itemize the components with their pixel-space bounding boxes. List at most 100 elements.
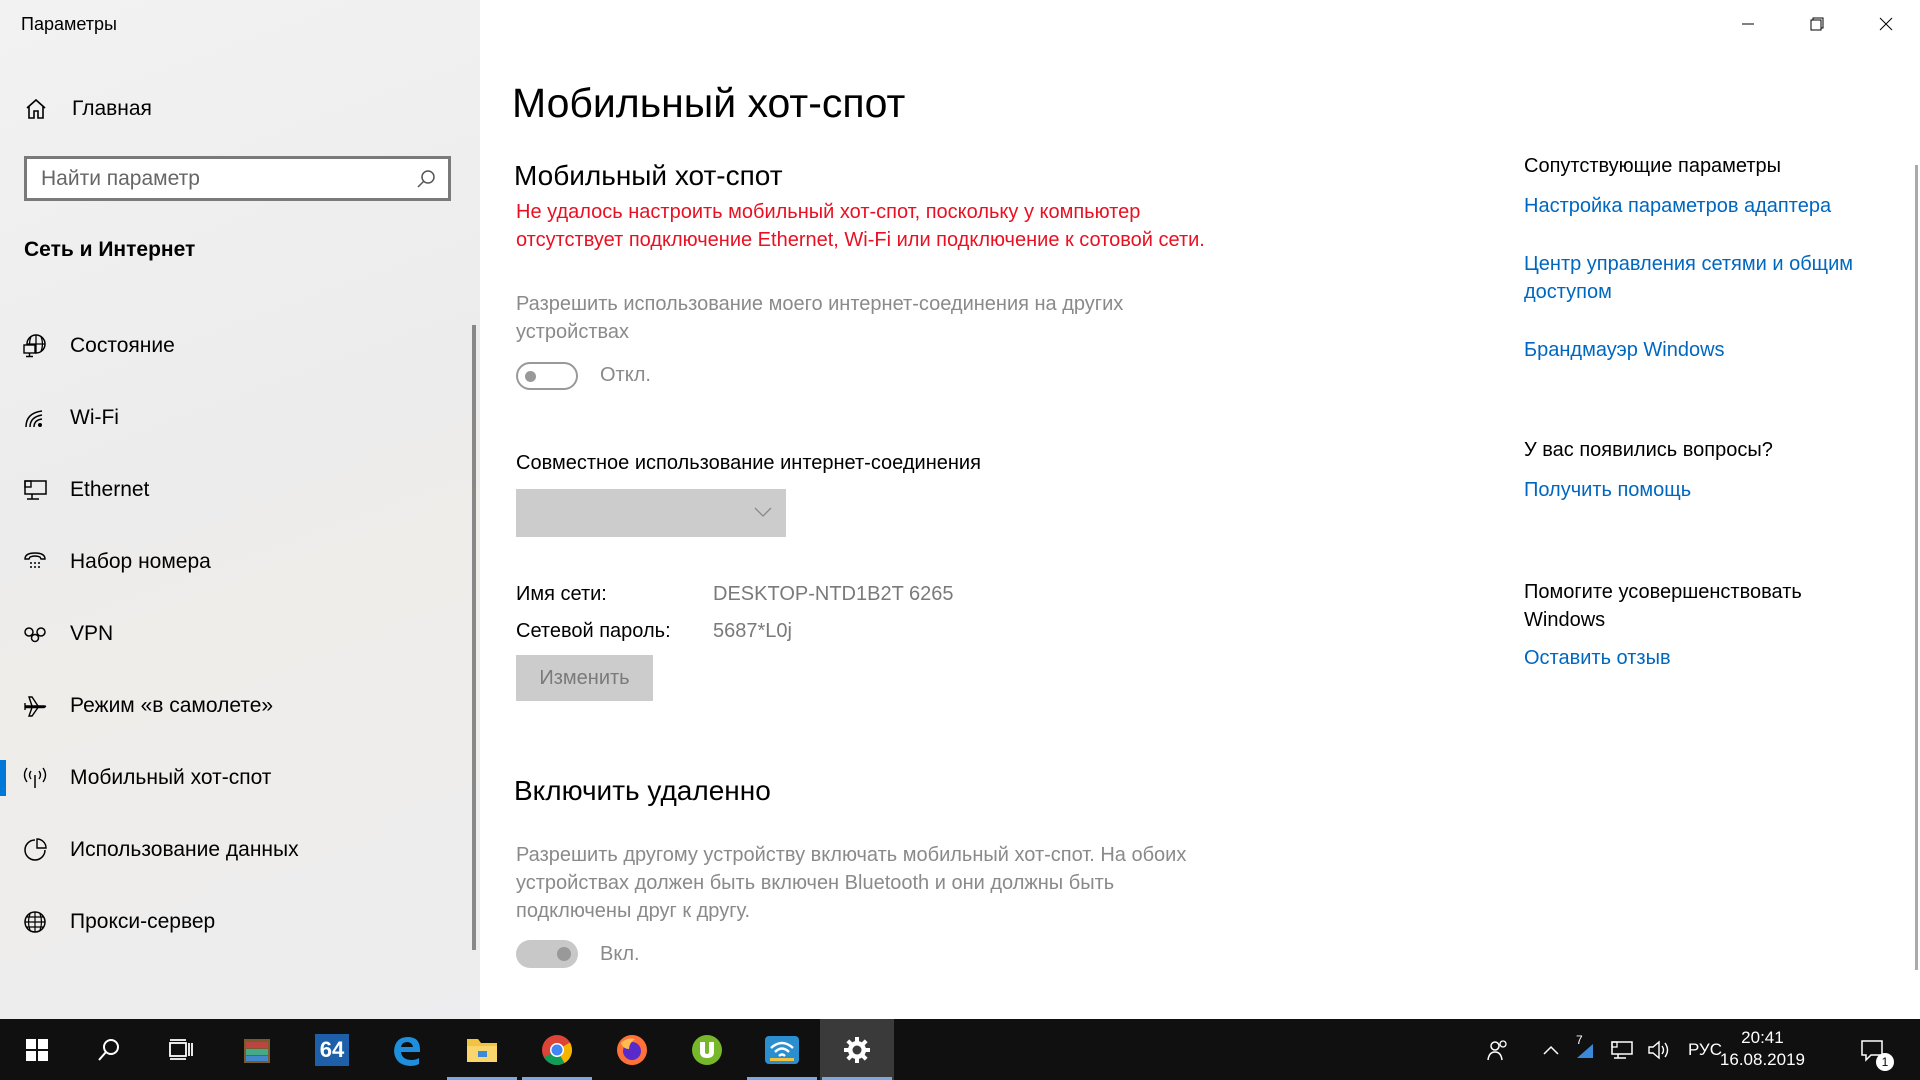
firewall-link[interactable]: Брандмауэр Windows [1524, 336, 1725, 364]
remote-toggle-state: Вкл. [600, 943, 640, 965]
sidebar-item-status[interactable]: Состояние [0, 310, 470, 382]
settings-search[interactable] [24, 156, 451, 201]
chrome-icon [542, 1034, 573, 1065]
sidebar-scrollbar[interactable] [472, 325, 476, 950]
proxy-globe-icon [22, 909, 48, 935]
taskbar: 64 7 РУС 20:41 16.08.2019 1 [0, 1019, 1920, 1080]
sidebar-home[interactable]: Главная [24, 92, 152, 126]
aida64-icon: 64 [315, 1033, 349, 1066]
chevron-down-icon [754, 507, 772, 517]
data-usage-icon [22, 837, 48, 863]
firefox-icon [617, 1034, 647, 1065]
taskbar-search-button[interactable] [72, 1019, 146, 1080]
airplane-icon [22, 693, 48, 719]
search-input[interactable] [27, 165, 414, 192]
change-button[interactable]: Изменить [516, 655, 653, 701]
hotspot-toggle-state: Откл. [600, 364, 651, 386]
taskbar-aida64[interactable]: 64 [295, 1019, 369, 1080]
start-icon [26, 1038, 48, 1061]
sidebar-item-label: Прокси-сервер [70, 910, 216, 933]
sidebar-item-label: VPN [70, 622, 114, 645]
main-scrollbar[interactable] [1915, 165, 1918, 970]
clock[interactable]: 20:41 16.08.2019 [1720, 1027, 1805, 1071]
network-password-value: 5687*L0j [713, 620, 792, 642]
sidebar-nav: Состояние Wi-Fi Ethernet Набор номера VP… [0, 310, 470, 958]
file-explorer-icon [467, 1038, 497, 1062]
network-name-value: DESKTOP-NTD1B2T 6265 [713, 583, 954, 605]
dialup-phone-icon [22, 549, 48, 575]
app-title: Параметры [21, 14, 117, 34]
winrar-icon [244, 1038, 270, 1063]
sidebar-item-wifi[interactable]: Wi-Fi [0, 382, 470, 454]
sidebar-item-label: Использование данных [70, 838, 299, 861]
restore-icon [1810, 17, 1823, 31]
sidebar-item-proxy[interactable]: Прокси-сервер [0, 886, 470, 958]
main-content: Мобильный хот-спот Мобильный хот-спот Не… [480, 0, 1920, 1019]
search-icon[interactable] [414, 167, 438, 191]
taskbar-file-explorer[interactable] [445, 1019, 519, 1080]
start-button[interactable] [0, 1019, 74, 1080]
utorrent-icon [692, 1034, 722, 1065]
task-view-button[interactable] [144, 1019, 218, 1080]
people-button[interactable] [1478, 1019, 1518, 1080]
remote-description: Разрешить другому устройству включать мо… [516, 844, 1187, 922]
hotspot-toggle[interactable] [516, 362, 578, 390]
section-title: Сеть и Интернет [24, 238, 196, 261]
sidebar-item-dialup[interactable]: Набор номера [0, 526, 470, 598]
hotspot-error-message: Не удалось настроить мобильный хот-спот,… [516, 201, 1205, 251]
taskbar-winrar[interactable] [220, 1019, 294, 1080]
hotspot-icon [22, 765, 48, 791]
minimize-icon [1741, 23, 1754, 25]
page-title: Мобильный хот-спот [512, 80, 906, 126]
sidebar-item-ethernet[interactable]: Ethernet [0, 454, 470, 526]
toggle-knob [525, 371, 536, 382]
restore-button[interactable] [1782, 0, 1851, 48]
network-center-link[interactable]: Центр управления сетями и общим доступом [1524, 250, 1894, 306]
taskbar-edge[interactable] [370, 1019, 444, 1080]
share-connection-description: Разрешить использование моего интернет-с… [516, 293, 1124, 343]
home-icon [26, 98, 46, 119]
volume-icon [1648, 1040, 1669, 1059]
wifi-icon [22, 405, 48, 431]
feedback-link[interactable]: Оставить отзыв [1524, 644, 1671, 672]
tray-app-icon-button[interactable]: 7 [1568, 1019, 1602, 1080]
related-settings-heading: Сопутствующие параметры [1524, 155, 1782, 177]
sidebar-item-label: Ethernet [70, 478, 150, 501]
close-button[interactable] [1851, 0, 1920, 48]
taskbar-utorrent[interactable] [670, 1019, 744, 1080]
sidebar-item-data-usage[interactable]: Использование данных [0, 814, 470, 886]
sharing-connection-dropdown[interactable] [516, 489, 786, 537]
sidebar-item-hotspot[interactable]: Мобильный хот-спот [0, 742, 470, 814]
show-hidden-icons-button[interactable] [1535, 1019, 1567, 1080]
hotspot-heading: Мобильный хот-спот [514, 160, 783, 191]
taskbar-wifi-app[interactable] [745, 1019, 819, 1080]
taskbar-firefox[interactable] [595, 1019, 669, 1080]
status-globe-icon [22, 333, 48, 359]
sidebar-item-label: Wi-Fi [70, 406, 119, 429]
network-password-label: Сетевой пароль: [516, 620, 671, 642]
search-icon [98, 1038, 119, 1061]
people-icon [1487, 1039, 1507, 1060]
adapter-settings-link[interactable]: Настройка параметров адаптера [1524, 192, 1831, 220]
sidebar-item-label: Режим «в самолете» [70, 694, 274, 717]
sidebar-item-vpn[interactable]: VPN [0, 598, 470, 670]
task-view-icon [169, 1038, 193, 1060]
sidebar-item-airplane[interactable]: Режим «в самолете» [0, 670, 470, 742]
improve-heading: Помогите усовершенствовать Windows [1524, 581, 1802, 631]
taskbar-settings[interactable] [820, 1019, 894, 1080]
settings-icon [844, 1036, 870, 1063]
network-tray-button[interactable] [1604, 1019, 1640, 1080]
network-tray-icon [1611, 1040, 1633, 1059]
remote-toggle[interactable] [516, 940, 578, 968]
notification-count: 1 [1876, 1053, 1894, 1071]
sidebar-item-label: Состояние [70, 334, 175, 357]
minimize-button[interactable] [1713, 0, 1782, 48]
taskbar-chrome[interactable] [520, 1019, 594, 1080]
questions-heading: У вас появились вопросы? [1524, 439, 1773, 461]
action-center-button[interactable]: 1 [1848, 1019, 1896, 1080]
toggle-knob [557, 947, 571, 961]
sidebar: Параметры Главная Сеть и Интернет Состоя… [0, 0, 480, 1019]
volume-button[interactable] [1642, 1019, 1676, 1080]
get-help-link[interactable]: Получить помощь [1524, 476, 1691, 504]
sidebar-item-label: Мобильный хот-спот [70, 766, 272, 789]
